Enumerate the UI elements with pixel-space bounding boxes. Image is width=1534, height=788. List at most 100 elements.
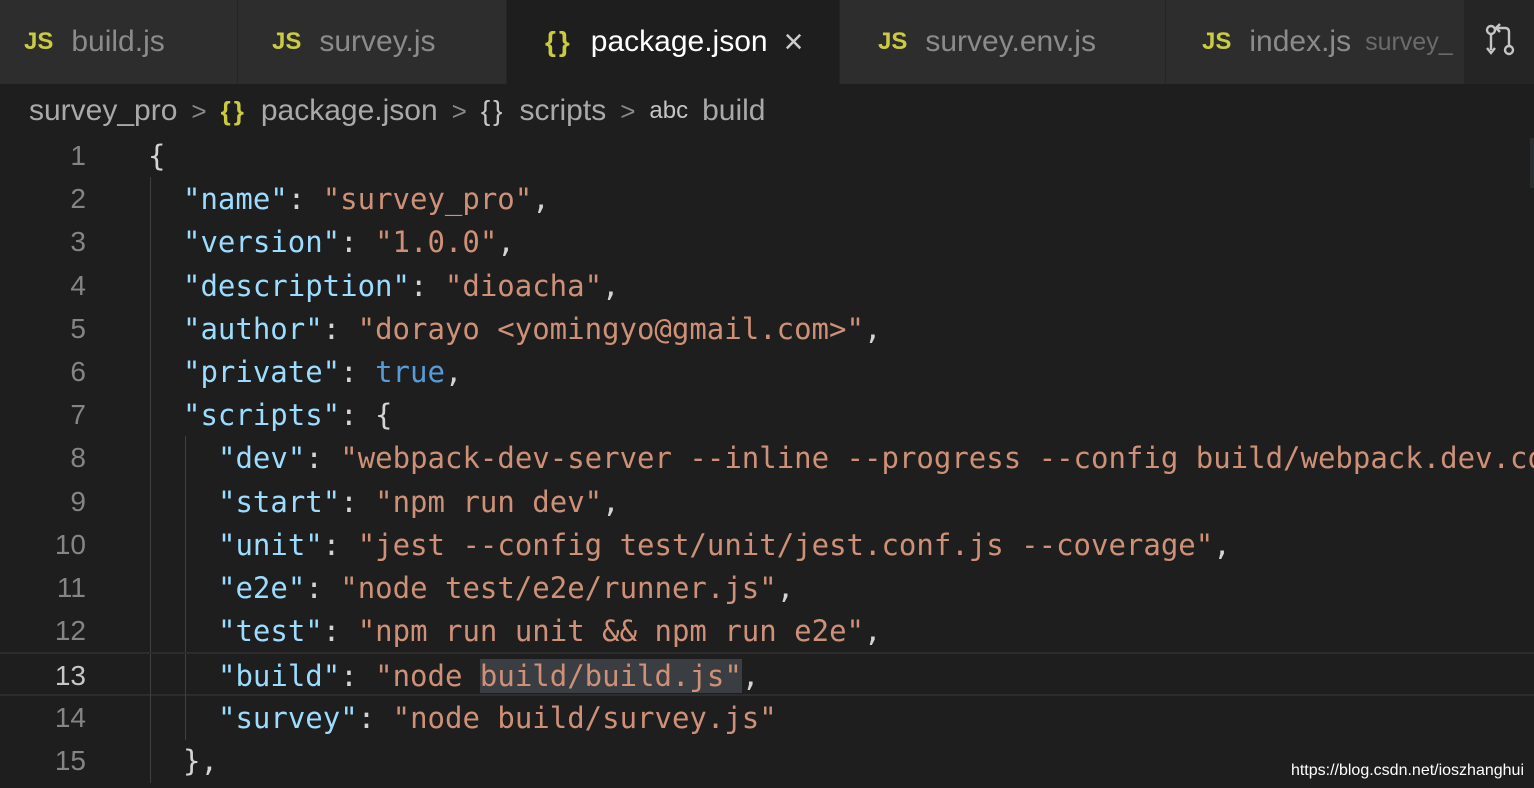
code-text: "private": true, <box>183 350 462 394</box>
code-line[interactable]: 10 "unit": "jest --config test/unit/jest.… <box>0 522 1534 567</box>
tab-description: survey_ <box>1365 27 1453 56</box>
overview-ruler <box>1530 138 1534 188</box>
code-editor[interactable]: 1{2 "name": "survey_pro", 3 "version": "1.0… <box>0 134 1534 788</box>
code-token: "dorayo <yomingyo@gmail.com>" <box>357 311 864 346</box>
indent-guide <box>150 654 151 699</box>
code-token: : <box>340 355 376 389</box>
line-number: 6 <box>70 356 86 387</box>
code-line[interactable]: 5 "author": "dorayo <yomingyo@gmail.com>"… <box>0 306 1534 351</box>
breadcrumb-item-property[interactable]: build <box>702 94 765 128</box>
code-token: : <box>322 311 358 346</box>
code-token: : <box>340 225 376 260</box>
tab-label: package.json <box>590 25 768 58</box>
breadcrumb-item-object[interactable]: scripts <box>520 94 607 128</box>
line-number: 1 <box>70 140 86 171</box>
code-token: , <box>863 311 882 346</box>
indent-guide <box>150 263 151 308</box>
code-line[interactable]: 12 "test": "npm run unit && npm run e2e", <box>0 609 1534 654</box>
breadcrumb-item-file[interactable]: package.json <box>261 94 438 128</box>
js-file-icon: JS <box>24 28 54 55</box>
indent-guide <box>150 566 151 610</box>
line-number: 5 <box>70 312 86 344</box>
tab-label: build.js <box>71 25 165 58</box>
code-token: "node <box>375 659 480 694</box>
indent-guide <box>185 695 186 740</box>
code-text: "build": "node build/build.js", <box>218 654 759 698</box>
close-icon[interactable]: × <box>784 25 804 59</box>
code-line[interactable]: 8 "dev": "webpack-dev-server --inline --p… <box>0 436 1534 481</box>
tab-survey-env-js[interactable]: JS survey.env.js <box>840 0 1166 84</box>
code-token: "webpack-dev-server --inline --progress … <box>340 441 1534 476</box>
indent-guide <box>150 350 151 394</box>
indent-guide <box>150 522 151 567</box>
code-line[interactable]: 6 "private": true, <box>0 350 1534 394</box>
code-token: , <box>776 571 795 605</box>
code-text: "version": "1.0.0", <box>183 220 515 264</box>
code-line[interactable]: 7 "scripts": { <box>0 393 1534 438</box>
code-token: "scripts" <box>183 398 341 433</box>
tab-label: survey.js <box>319 25 436 58</box>
object-symbol-icon: {} <box>480 95 506 126</box>
code-token: "node build/survey.js" <box>392 700 777 735</box>
code-token: "1.0.0" <box>375 225 498 260</box>
code-token: build/build.js" <box>479 659 742 694</box>
code-token: : <box>287 182 323 217</box>
tab-index-js[interactable]: JS index.js survey_ <box>1166 0 1465 84</box>
code-token: "survey_pro" <box>322 182 533 217</box>
line-number: 14 <box>54 701 86 733</box>
code-text: "name": "survey_pro", <box>183 177 550 221</box>
code-token: "dev" <box>218 441 306 476</box>
line-number: 9 <box>70 485 86 517</box>
string-symbol-icon: abc <box>649 97 689 124</box>
code-line[interactable]: 14 "survey": "node build/survey.js" <box>0 695 1534 740</box>
code-token: "survey" <box>218 700 358 735</box>
code-token: "description" <box>183 268 410 303</box>
code-token: , <box>497 225 515 260</box>
indent-guide <box>150 609 151 654</box>
code-token: "version" <box>183 225 341 260</box>
code-token: , <box>864 614 882 649</box>
chevron-right-icon: > <box>620 95 636 126</box>
tab-package-json[interactable]: {} package.json × <box>507 0 840 84</box>
code-token: "test" <box>218 614 323 649</box>
line-number: 10 <box>54 528 86 560</box>
code-token: : <box>340 659 376 694</box>
code-text: "author": "dorayo <yomingyo@gmail.com>", <box>183 307 881 351</box>
code-token: "start" <box>218 484 341 519</box>
code-line[interactable]: 4 "description": "dioacha", <box>0 263 1534 308</box>
code-text: "test": "npm run unit && npm run e2e", <box>218 609 881 653</box>
js-file-icon: JS <box>1202 28 1232 55</box>
code-token: true <box>375 355 445 389</box>
code-token: , <box>1213 527 1231 562</box>
line-number: 13 <box>54 660 86 692</box>
code-token: }, <box>183 743 218 778</box>
code-token: "node test/e2e/runner.js" <box>340 571 777 605</box>
code-token: , <box>602 484 620 519</box>
tab-bar: JS build.js JS survey.js {} package.json… <box>0 0 1534 84</box>
code-line[interactable]: 3 "version": "1.0.0", <box>0 220 1534 265</box>
code-token: : { <box>340 398 393 433</box>
breadcrumb-item-root[interactable]: survey_pro <box>29 94 177 128</box>
line-number: 7 <box>70 399 86 431</box>
indent-guide <box>150 479 151 524</box>
watermark: https://blog.csdn.net/ioszhanghui <box>1290 762 1524 779</box>
indent-guide <box>185 436 186 481</box>
indent-guide <box>150 306 151 351</box>
code-line[interactable]: 2 "name": "survey_pro", <box>0 177 1534 222</box>
code-line[interactable]: 13 "build": "node build/build.js", <box>0 652 1534 699</box>
code-line[interactable]: 11 "e2e": "node test/e2e/runner.js", <box>0 566 1534 610</box>
code-token: "unit" <box>218 527 323 562</box>
json-file-icon: {} <box>545 26 573 57</box>
chevron-right-icon: > <box>191 95 207 126</box>
code-token: : <box>409 268 445 303</box>
code-line[interactable]: 9 "start": "npm run dev", <box>0 479 1534 524</box>
code-text: "survey": "node build/survey.js" <box>218 696 777 740</box>
indent-guide <box>185 609 186 654</box>
open-changes-icon[interactable] <box>1483 22 1517 63</box>
code-token: "private" <box>183 355 341 389</box>
code-token: "npm run unit && npm run e2e" <box>357 614 865 649</box>
code-token: : <box>305 441 341 476</box>
tab-survey-js[interactable]: JS survey.js <box>238 0 507 84</box>
code-line[interactable]: 1{ <box>0 134 1534 178</box>
tab-build-js[interactable]: JS build.js <box>0 0 238 84</box>
